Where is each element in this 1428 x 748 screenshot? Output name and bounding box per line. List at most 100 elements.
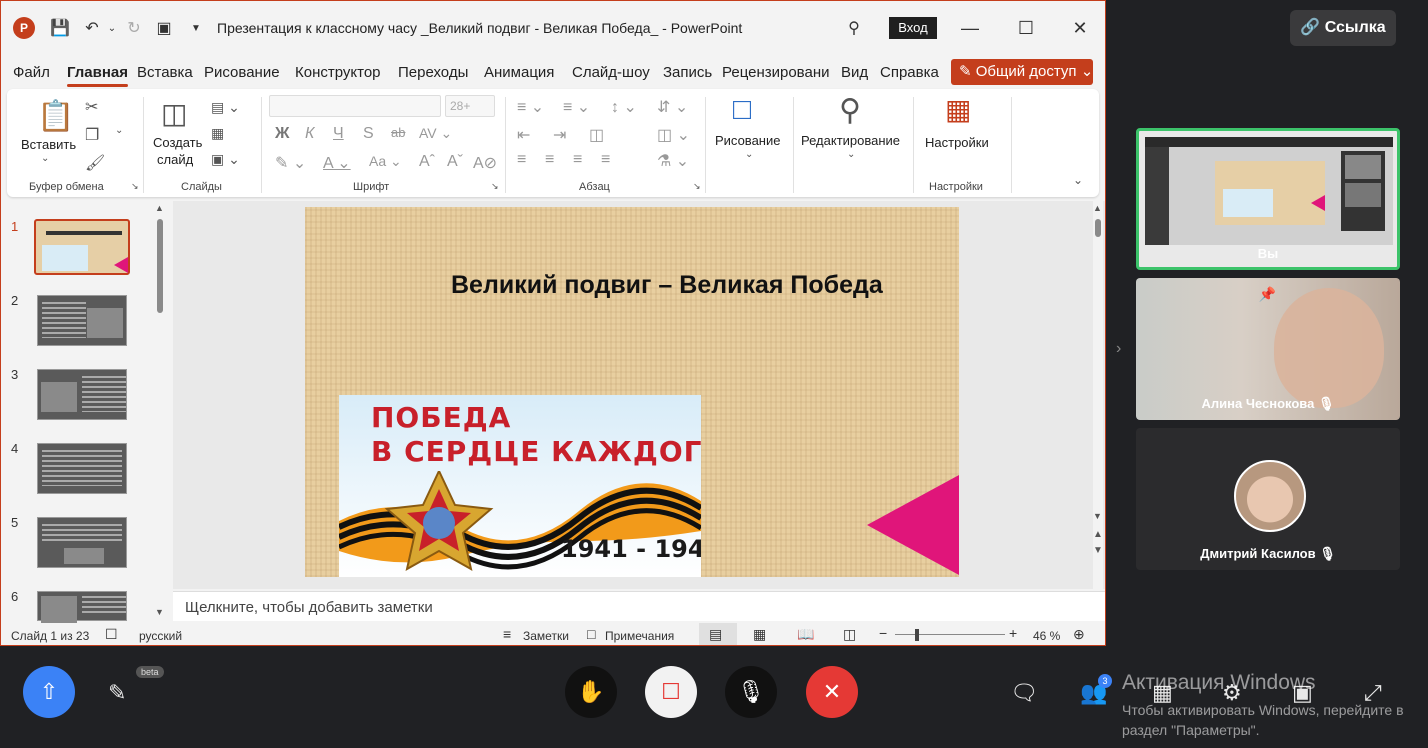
increase-font-icon[interactable]: Aˆ [419, 153, 435, 171]
tab-file[interactable]: Файл [13, 64, 50, 81]
clear-format-icon[interactable]: A⊘ [473, 153, 497, 173]
zoom-slider[interactable] [895, 634, 1005, 635]
pin-icon[interactable]: 📌 [1259, 286, 1276, 303]
underline-icon[interactable]: Ч [333, 125, 344, 143]
login-button[interactable]: Вход [889, 17, 937, 39]
language-indicator[interactable]: русский [139, 629, 182, 643]
participant-tile-alina[interactable]: 📌 Алина Чеснокова 🎙 [1136, 278, 1400, 420]
paragraph-launcher-icon[interactable]: ↘ [693, 181, 701, 192]
reading-view-icon[interactable]: 📖 [797, 626, 814, 643]
editor-scroll-thumb[interactable] [1095, 219, 1101, 237]
decrease-font-icon[interactable]: Aˇ [447, 153, 463, 171]
screen-share-button[interactable]: ⇧ [23, 666, 75, 718]
notes-toggle[interactable]: Заметки [523, 629, 569, 643]
increase-indent-icon[interactable]: ⇥ [553, 125, 566, 145]
participant-tile-self[interactable]: Вы [1136, 128, 1400, 270]
settings-label[interactable]: Настройки [925, 135, 989, 150]
slideshow-icon[interactable]: ◫ [843, 626, 856, 643]
slide-title[interactable]: Великий подвиг – Великая Победа [451, 271, 883, 300]
addins-icon[interactable]: ▦ [945, 93, 971, 126]
align-right-icon[interactable]: ≡ [573, 151, 582, 169]
highlight-icon[interactable]: ✎ ⌄ [275, 153, 306, 173]
text-direction-icon[interactable]: ⇵ ⌄ [657, 97, 688, 117]
undo-dropdown-icon[interactable]: ⌄ [101, 17, 123, 39]
slide-thumbnail-2[interactable] [37, 295, 127, 346]
bold-icon[interactable]: Ж [275, 125, 289, 143]
customize-toolbar-icon[interactable]: ▼ [185, 17, 207, 39]
zoom-slider-thumb[interactable] [915, 629, 919, 641]
tab-animations[interactable]: Анимация [484, 64, 554, 81]
columns-icon[interactable]: ◫ [589, 125, 604, 145]
smartart-icon[interactable]: ⚗ ⌄ [657, 151, 689, 171]
zoom-level[interactable]: 46 % [1033, 629, 1060, 643]
scroll-down-icon[interactable]: ▼ [155, 607, 164, 617]
new-slide-label-2[interactable]: слайд [157, 152, 193, 167]
slide-thumbnail-1[interactable] [34, 219, 130, 275]
collapse-panel-icon[interactable]: › [1116, 340, 1121, 358]
align-center-icon[interactable]: ≡ [545, 151, 554, 169]
copy-icon[interactable]: ❐ [85, 125, 99, 145]
editor-scrollbar[interactable]: ▲ ▼ ▲ ▼ [1093, 201, 1103, 589]
new-slide-label-1[interactable]: Создать [153, 135, 202, 150]
tab-insert[interactable]: Вставка [137, 64, 193, 81]
save-icon[interactable]: 💾 [49, 17, 71, 39]
decrease-indent-icon[interactable]: ⇤ [517, 125, 530, 145]
scroll-down-icon[interactable]: ▼ [1093, 511, 1102, 521]
justify-icon[interactable]: ≡ [601, 151, 610, 169]
slide-thumbnail-3[interactable] [37, 369, 127, 420]
font-name-box[interactable] [269, 95, 441, 117]
paste-icon[interactable]: 📋 [37, 99, 74, 134]
minimize-icon[interactable]: — [955, 15, 985, 41]
align-text-icon[interactable]: ◫ ⌄ [657, 125, 690, 145]
raise-hand-button[interactable]: ✋ [565, 666, 617, 718]
find-icon[interactable]: ⚲ [839, 93, 861, 128]
maximize-icon[interactable]: ☐ [1011, 15, 1041, 41]
editing-dropdown-icon[interactable]: ⌄ [847, 149, 855, 160]
collapse-ribbon-icon[interactable]: ⌄ [1073, 173, 1083, 187]
participant-tile-dmitry[interactable]: Дмитрий Касилов 🎙 [1136, 428, 1400, 570]
notes-pane[interactable]: Щелкните, чтобы добавить заметки [173, 591, 1105, 621]
chat-icon[interactable]: 🗨 [1010, 680, 1038, 706]
scroll-up-icon[interactable]: ▲ [1093, 203, 1102, 213]
microphone-button[interactable]: 🎙 [725, 666, 777, 718]
numbering-icon[interactable]: ≡ ⌄ [563, 97, 590, 117]
paste-dropdown-icon[interactable]: ⌄ [41, 153, 49, 164]
slide-thumbnail-6[interactable] [37, 591, 127, 626]
victory-banner-image[interactable]: ПОБЕДА В СЕРДЦЕ КАЖДОГО 1941 - 1945 [339, 395, 701, 577]
hang-up-button[interactable]: ✕ [806, 666, 858, 718]
camera-toggle-button[interactable]: ☐ [645, 666, 697, 718]
layout-icon[interactable]: ▤ ⌄ [211, 99, 240, 116]
scroll-up-icon[interactable]: ▲ [155, 203, 164, 213]
slide-sorter-icon[interactable]: ▦ [753, 626, 766, 643]
reset-icon[interactable]: ▦ [211, 125, 224, 142]
tab-design[interactable]: Конструктор [295, 64, 381, 81]
copy-dropdown-icon[interactable]: ⌄ [115, 125, 123, 136]
line-spacing-icon[interactable]: ↕ ⌄ [611, 97, 637, 117]
comments-toggle[interactable]: Примечания [605, 629, 674, 643]
strikethrough-icon[interactable]: ab [391, 125, 405, 140]
zoom-out-icon[interactable]: − [879, 625, 887, 641]
drawing-label[interactable]: Рисование [715, 133, 780, 148]
paste-label[interactable]: Вставить [21, 137, 76, 152]
thumbnails-scroll-thumb[interactable] [157, 219, 163, 313]
undo-icon[interactable]: ↶ [81, 17, 103, 39]
tab-draw[interactable]: Рисование [204, 64, 280, 81]
share-button[interactable]: ✎ Общий доступ ⌄ [951, 59, 1093, 85]
next-slide-icon[interactable]: ▼ [1093, 545, 1103, 556]
tab-home[interactable]: Главная [67, 64, 129, 87]
shadow-icon[interactable]: S [363, 125, 374, 143]
accessibility-icon[interactable]: ☐ [105, 626, 118, 643]
tab-slideshow[interactable]: Слайд-шоу [572, 64, 650, 81]
close-icon[interactable]: ✕ [1065, 15, 1095, 41]
cut-icon[interactable]: ✂ [85, 97, 98, 117]
section-icon[interactable]: ▣ ⌄ [211, 151, 240, 168]
align-left-icon[interactable]: ≡ [517, 151, 526, 169]
drawing-dropdown-icon[interactable]: ⌄ [745, 149, 753, 160]
tab-transitions[interactable]: Переходы [398, 64, 468, 81]
tab-record[interactable]: Запись [663, 64, 712, 81]
thumbnails-scrollbar[interactable]: ▲ ▼ [155, 201, 165, 621]
bullets-icon[interactable]: ≡ ⌄ [517, 97, 544, 117]
current-slide[interactable]: Великий подвиг – Великая Победа ПОБЕДА В… [305, 207, 959, 577]
redo-icon[interactable]: ↻ [123, 17, 145, 39]
pink-triangle-shape[interactable] [867, 475, 959, 575]
